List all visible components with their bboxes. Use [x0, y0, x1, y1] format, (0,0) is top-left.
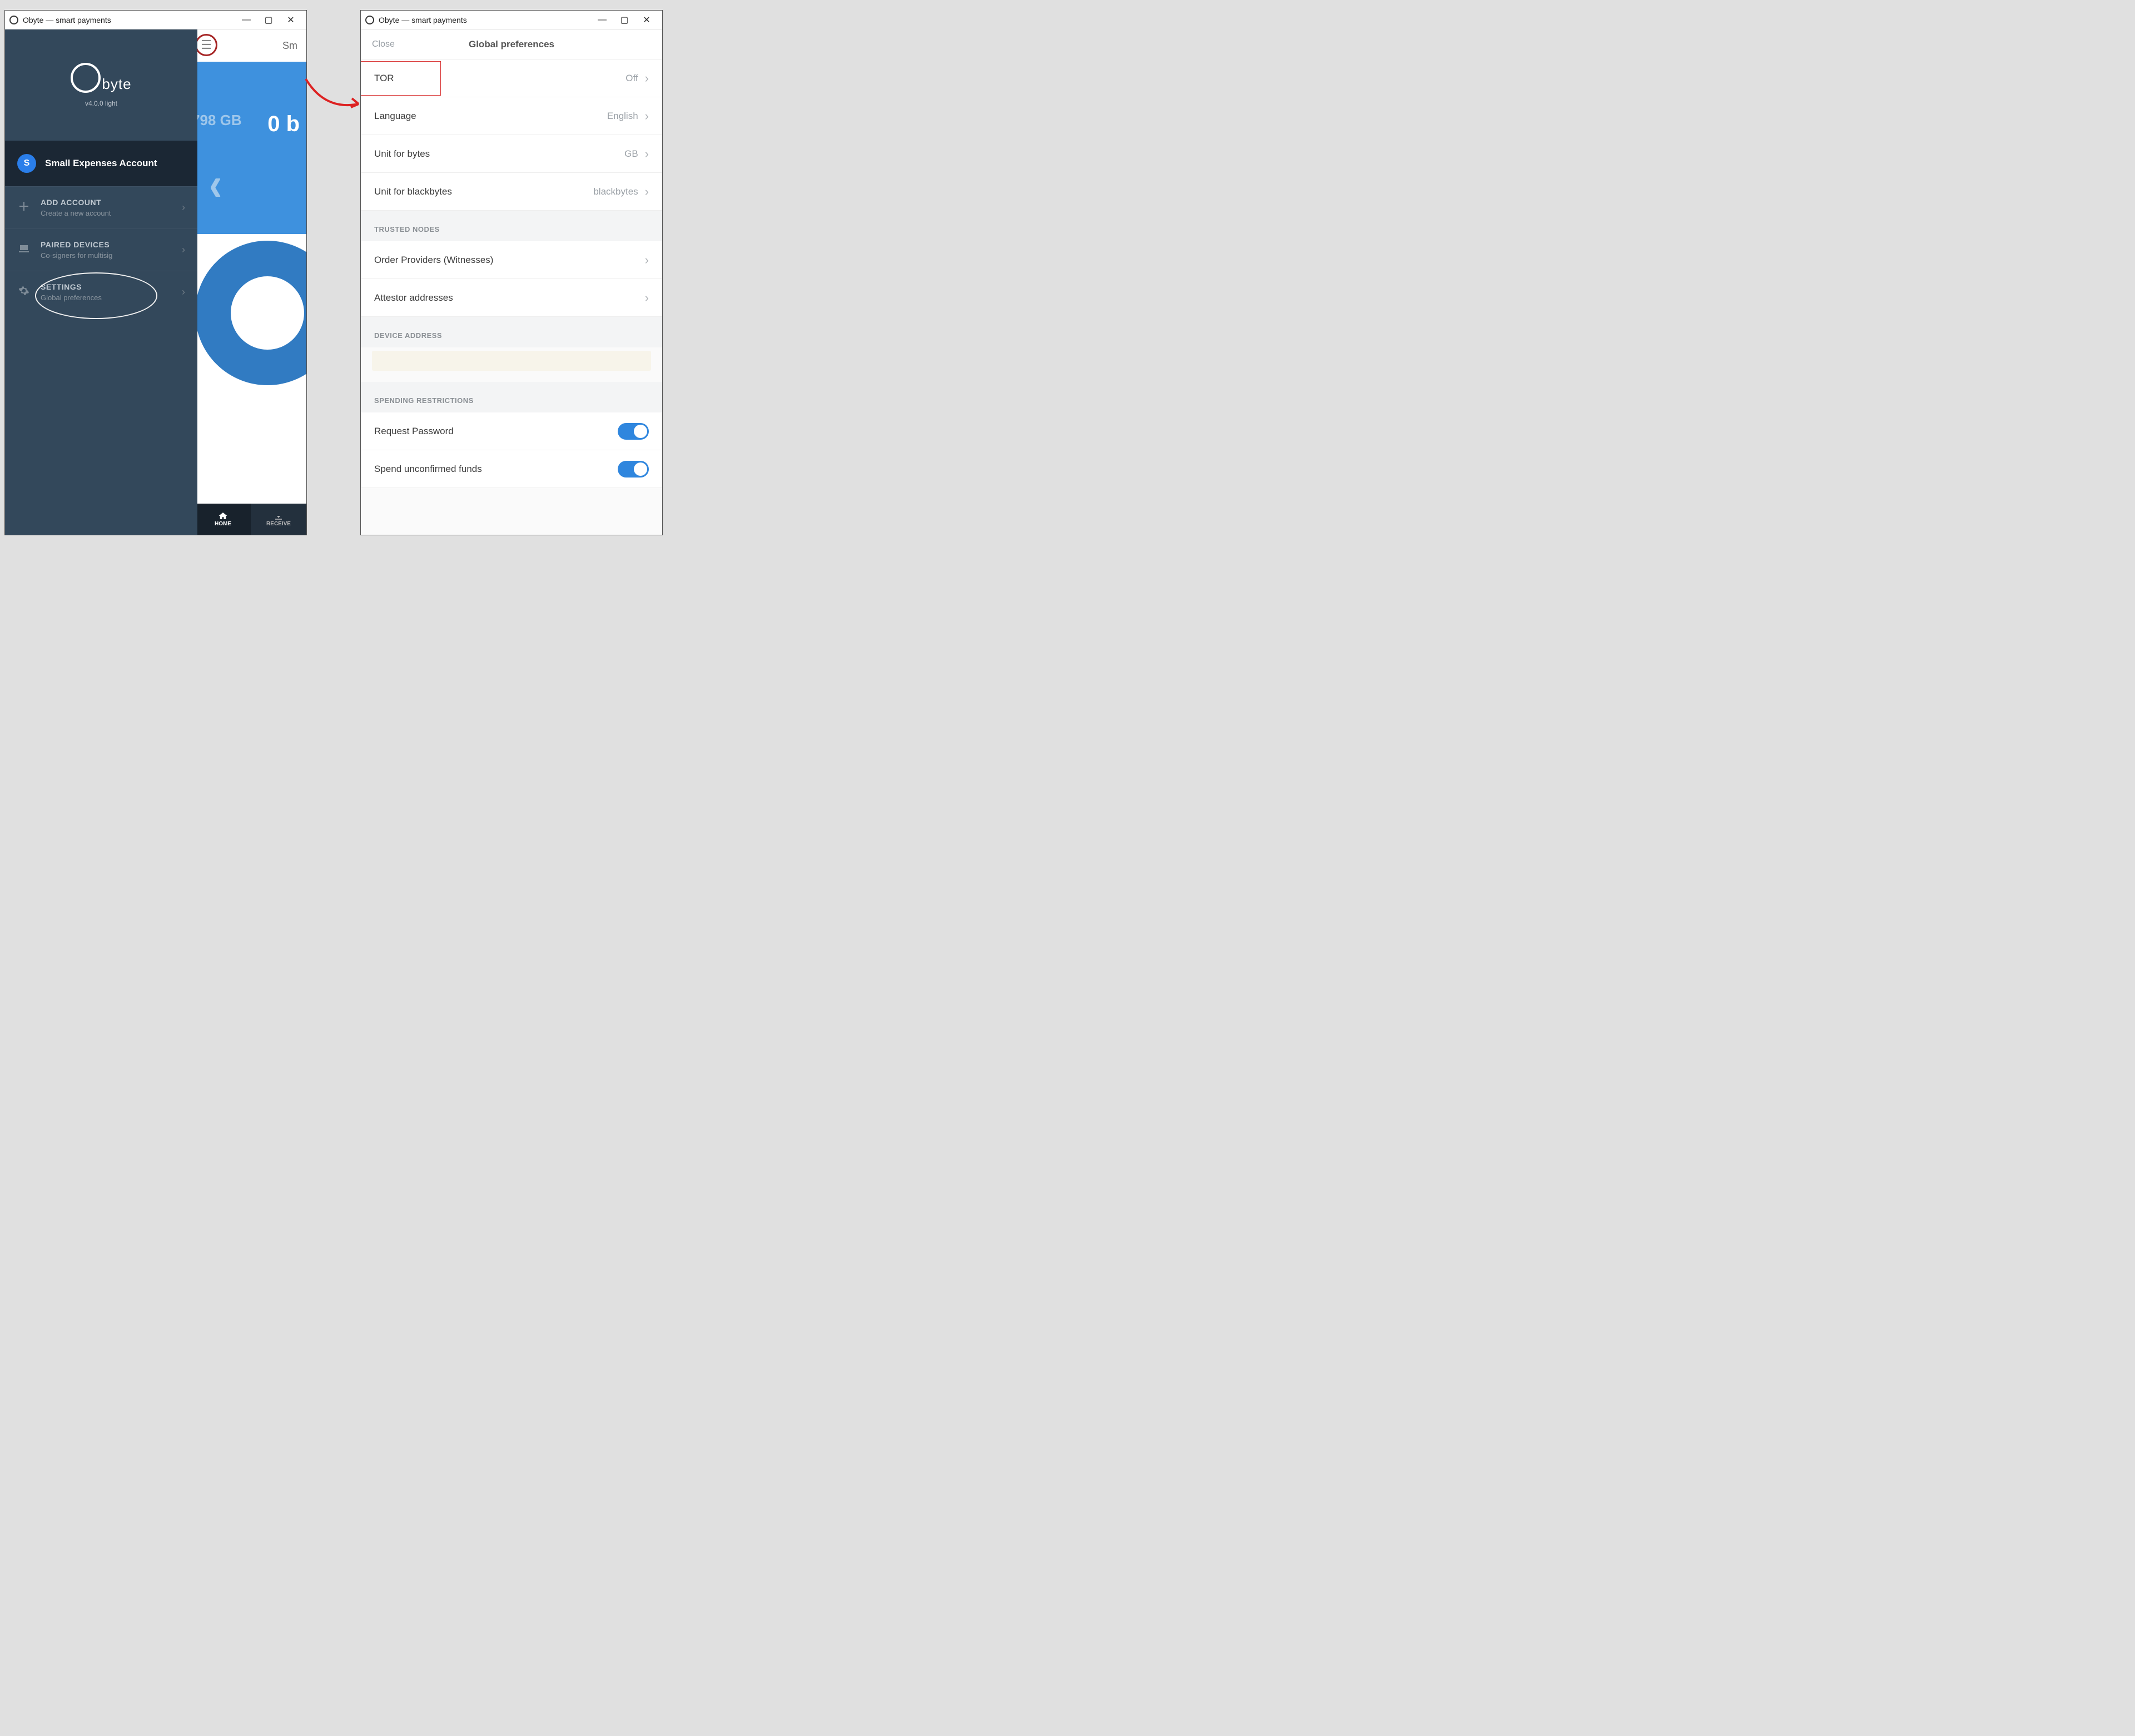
close-window-button[interactable]: ✕ [280, 12, 302, 28]
sidebar-item-label: ADD ACCOUNT [41, 198, 172, 207]
account-name: Small Expenses Account [45, 158, 157, 169]
chevron-right-icon: › [645, 253, 649, 267]
row-label: Spend unconfirmed funds [374, 464, 611, 475]
titlebar-left: Obyte — smart payments — ▢ ✕ [5, 11, 306, 29]
left-body: ☰ Sm 798 GB 0 b ‹ HOME RECEIVE [5, 29, 306, 535]
account-avatar: S [17, 154, 36, 173]
section-device-address: DEVICE ADDRESS [361, 317, 662, 347]
preferences-header: Close Global preferences [361, 29, 662, 59]
sidebar-item-settings[interactable]: SETTINGS Global preferences › [5, 271, 197, 313]
chevron-right-icon: › [645, 147, 649, 161]
sidebar-item-label: SETTINGS [41, 282, 172, 291]
tab-home[interactable]: HOME [195, 504, 251, 535]
sidebar-item-add-account[interactable]: ADD ACCOUNT Create a new account › [5, 186, 197, 228]
chevron-right-icon: › [182, 202, 185, 213]
chevron-right-icon: › [645, 291, 649, 305]
window-right: Obyte — smart payments — ▢ ✕ Close Globa… [360, 10, 663, 535]
sidebar: byte v4.0.0 light S Small Expenses Accou… [5, 29, 197, 535]
chevron-right-icon: › [182, 244, 185, 256]
row-order-providers[interactable]: Order Providers (Witnesses) › [361, 241, 662, 279]
peek-balance: 0 b [267, 112, 300, 137]
app-icon [365, 16, 374, 24]
row-spend-unconfirmed: Spend unconfirmed funds [361, 450, 662, 488]
tab-home-label: HOME [215, 521, 231, 527]
toggle-request-password[interactable] [618, 423, 649, 440]
peek-gb-amount: 798 GB [192, 112, 242, 129]
sidebar-item-paired-devices[interactable]: PAIRED DEVICES Co-signers for multisig › [5, 228, 197, 271]
minimize-button[interactable]: — [235, 12, 257, 28]
row-value: Off [625, 73, 638, 84]
section-trusted-nodes: TRUSTED NODES [361, 211, 662, 241]
logo-circle-icon [71, 63, 101, 93]
titlebar-right: Obyte — smart payments — ▢ ✕ [361, 11, 662, 29]
maximize-button[interactable]: ▢ [257, 12, 280, 28]
logo-word: byte [102, 76, 131, 93]
page-title: Global preferences [361, 39, 662, 50]
app-version: v4.0.0 light [85, 100, 117, 107]
donut-chart [195, 241, 306, 385]
peek-header-text: Sm [282, 40, 297, 52]
logo-area: byte v4.0.0 light [5, 29, 197, 141]
account-row[interactable]: S Small Expenses Account [5, 141, 197, 186]
row-value: blackbytes [593, 186, 638, 197]
row-label: Order Providers (Witnesses) [374, 255, 638, 266]
balance-card: 798 GB 0 b ‹ [195, 62, 306, 234]
tab-receive[interactable]: RECEIVE [251, 504, 306, 535]
row-label: Request Password [374, 426, 611, 437]
section-spending-restrictions: SPENDING RESTRICTIONS [361, 382, 662, 412]
row-label: Unit for blackbytes [374, 186, 587, 197]
row-label: Attestor addresses [374, 292, 638, 304]
bottom-tabbar: HOME RECEIVE [195, 504, 306, 535]
toggle-spend-unconfirmed[interactable] [618, 461, 649, 477]
preferences-body[interactable]: TOR Off › Language English › Unit for by… [361, 59, 662, 535]
app-icon [9, 16, 18, 24]
row-attestor-addresses[interactable]: Attestor addresses › [361, 279, 662, 317]
chevron-right-icon: › [645, 185, 649, 199]
row-label: Unit for bytes [374, 148, 618, 160]
row-unit-bytes[interactable]: Unit for bytes GB › [361, 135, 662, 173]
row-language[interactable]: Language English › [361, 97, 662, 135]
window-title: Obyte — smart payments [379, 16, 591, 24]
maximize-button[interactable]: ▢ [613, 12, 635, 28]
row-value: GB [624, 148, 638, 160]
row-tor[interactable]: TOR Off › [361, 59, 662, 97]
window-title: Obyte — smart payments [23, 16, 235, 24]
minimize-button[interactable]: — [591, 12, 613, 28]
laptop-icon [17, 244, 31, 256]
device-address-value [372, 351, 651, 371]
prev-chevron-icon[interactable]: ‹ [209, 157, 222, 211]
chevron-right-icon: › [182, 286, 185, 298]
window-left: Obyte — smart payments — ▢ ✕ ☰ Sm 798 GB… [4, 10, 307, 535]
sidebar-item-sub: Co-signers for multisig [41, 251, 172, 260]
sidebar-item-label: PAIRED DEVICES [41, 240, 172, 249]
row-value: English [607, 111, 638, 122]
row-label: TOR [374, 73, 619, 84]
sidebar-item-sub: Create a new account [41, 209, 172, 217]
sidebar-item-sub: Global preferences [41, 294, 172, 302]
row-unit-blackbytes[interactable]: Unit for blackbytes blackbytes › [361, 173, 662, 211]
home-icon [218, 511, 228, 520]
row-request-password: Request Password [361, 412, 662, 450]
close-window-button[interactable]: ✕ [635, 12, 658, 28]
chevron-right-icon: › [645, 109, 649, 123]
main-screen-peek: ☰ Sm 798 GB 0 b ‹ HOME RECEIVE [195, 29, 306, 535]
download-icon [274, 511, 284, 520]
plus-icon [17, 201, 31, 215]
peek-header: ☰ Sm [195, 29, 306, 62]
tab-receive-label: RECEIVE [266, 521, 291, 527]
gear-icon [17, 285, 31, 299]
logo: byte [71, 63, 131, 93]
hamburger-icon[interactable]: ☰ [195, 34, 217, 56]
chevron-right-icon: › [645, 71, 649, 86]
row-label: Language [374, 111, 600, 122]
close-button[interactable]: Close [372, 39, 395, 49]
annotation-arrow [300, 73, 367, 118]
